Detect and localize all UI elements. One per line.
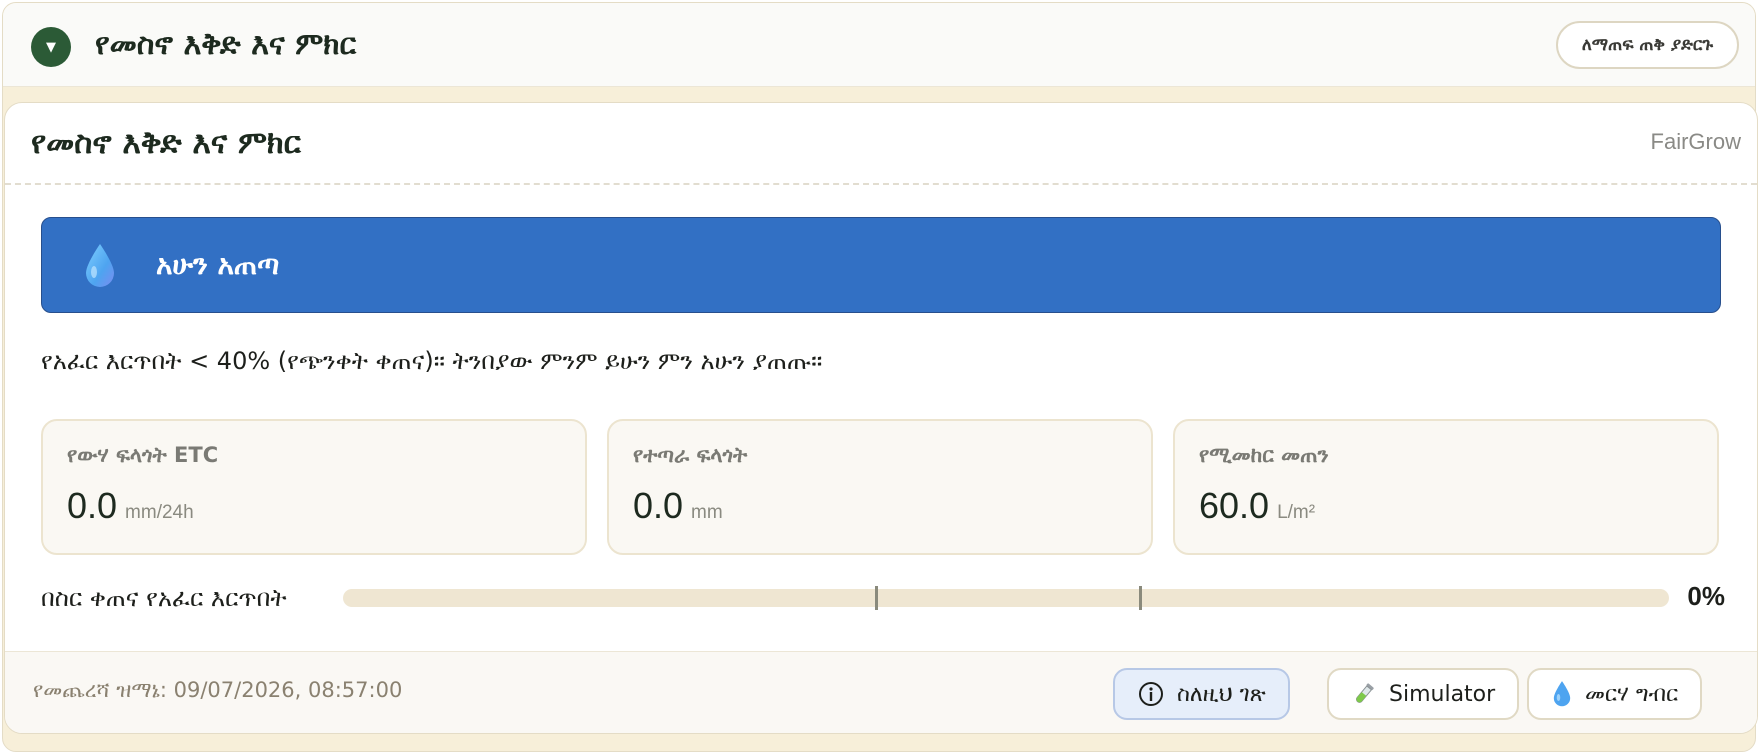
metric-card-etc: የውሃ ፍላጎት ETC 0.0 mm/24h <box>41 419 587 555</box>
metric-unit: mm <box>691 502 723 523</box>
metric-label: የውሃ ፍላጎት ETC <box>67 443 219 467</box>
water-drop-icon <box>86 244 114 287</box>
threshold-marker <box>1139 586 1142 610</box>
schedule-guide-button[interactable]: መርሃ ግብር <box>1527 668 1703 720</box>
simulator-button[interactable]: Simulator <box>1327 668 1520 720</box>
metric-label: የሚመከር መጠን <box>1199 443 1329 467</box>
simulator-button-label: Simulator <box>1389 681 1496 707</box>
metric-value: 0.0 mm <box>633 485 723 527</box>
metric-unit: mm/24h <box>125 502 194 523</box>
card-footer: የመጨረሻ ዝማኔ: 09/07/2026, 08:57:00 ስለዚህ ገጽ … <box>5 651 1757 733</box>
metric-label: የተጣራ ፍላጎት <box>633 443 748 467</box>
collapse-button[interactable]: ለማጠፍ ጠቅ ያድርጉ <box>1555 21 1739 69</box>
about-button-label: ስለዚህ ገጽ <box>1177 681 1266 707</box>
metric-card-recommended: የሚመከር መጠን 60.0 L/m² <box>1173 419 1719 555</box>
brand-label: FairGrow <box>1650 129 1741 154</box>
card-header: የመስኖ እቅድ እና ምክር FairGrow <box>5 103 1757 185</box>
irrigation-card: የመስኖ እቅድ እና ምክር FairGrow አሁን አጠጣ የአፈር እር… <box>4 102 1758 734</box>
soil-moisture-row: በስር ቀጠና የአፈር እርጥበት 0% <box>41 579 1725 619</box>
last-updated: የመጨረሻ ዝማኔ: 09/07/2026, 08:57:00 <box>33 678 403 702</box>
metric-number: 0.0 <box>67 485 118 526</box>
soil-moisture-value: 0% <box>1687 581 1725 611</box>
soil-moisture-bar <box>343 589 1669 607</box>
threshold-marker <box>875 586 878 610</box>
collapse-toggle-icon[interactable]: ▼ <box>31 27 71 67</box>
info-icon <box>1139 682 1163 706</box>
metric-value: 0.0 mm/24h <box>67 485 194 527</box>
alert-title: አሁን አጠጣ <box>156 248 280 281</box>
irrigation-alert: አሁን አጠጣ <box>41 217 1721 313</box>
metric-card-net-demand: የተጣራ ፍላጎት 0.0 mm <box>607 419 1153 555</box>
panel-title: የመስኖ እቅድ እና ምክር <box>95 27 357 62</box>
test-tube-icon <box>1356 683 1374 703</box>
about-page-button[interactable]: ስለዚህ ገጽ <box>1113 668 1290 720</box>
panel-header[interactable]: ▼ የመስኖ እቅድ እና ምክር ለማጠፍ ጠቅ ያድርጉ <box>3 3 1755 87</box>
card-title: የመስኖ እቅድ እና ምክር <box>31 125 301 161</box>
metric-value: 60.0 L/m² <box>1199 485 1315 527</box>
metric-unit: L/m² <box>1277 502 1316 523</box>
soil-moisture-label: በስር ቀጠና የአፈር እርጥበት <box>41 584 287 612</box>
metric-number: 60.0 <box>1199 485 1270 526</box>
metric-number: 0.0 <box>633 485 684 526</box>
schedule-button-label: መርሃ ግብር <box>1585 681 1679 707</box>
water-drop-icon <box>1553 681 1571 707</box>
advice-text: የአፈር እርጥበት < 40% (የጭንቀት ቀጠና)። ትንበያው ምንም … <box>41 347 823 375</box>
